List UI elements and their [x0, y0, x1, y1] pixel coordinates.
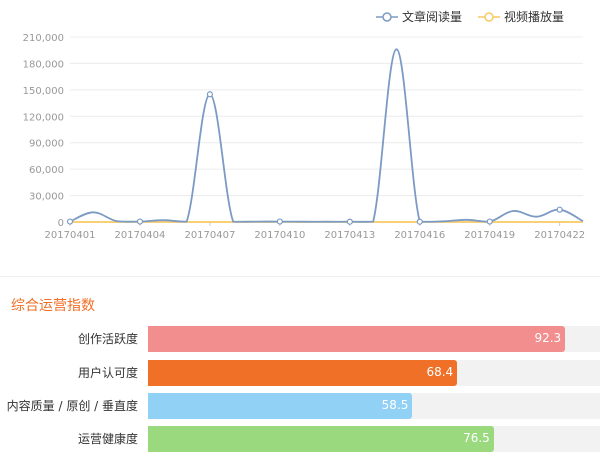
y-tick-label: 0	[58, 218, 64, 229]
data-point	[346, 218, 353, 225]
bar: 76.5	[148, 426, 494, 452]
bar-row: 创作活跃度 92.3	[0, 326, 600, 352]
bar-value-label: 58.5	[381, 398, 409, 412]
legend-label: 文章阅读量	[401, 10, 462, 24]
x-tick-label: 20170410	[254, 230, 305, 241]
line-chart: 0 30,000 60,000 90,000 120,000 150,000 180,000…	[23, 33, 585, 241]
legend-label: 视频播放量	[503, 10, 564, 24]
section-divider	[0, 276, 600, 277]
x-tick-label: 20170422	[534, 230, 585, 241]
bar-track: 92.3	[148, 326, 600, 352]
chart-legend[interactable]: 文章阅读量 视频播放量	[375, 8, 564, 25]
bar-category-label: 用户认可度	[77, 366, 138, 380]
y-tick-label: 90,000	[29, 139, 64, 150]
bar-row: 运营健康度 76.5	[0, 426, 600, 452]
legend-item-video-plays[interactable]: 视频播放量	[477, 8, 564, 25]
x-tick-label: 20170416	[394, 230, 445, 241]
section-title: 综合运营指数	[11, 298, 95, 314]
y-tick-label: 210,000	[23, 33, 64, 44]
data-point	[556, 206, 563, 213]
legend-item-article-reads[interactable]: 文章阅读量	[375, 8, 462, 25]
data-point	[416, 218, 423, 225]
bar-value-label: 76.5	[463, 431, 490, 445]
bar: 68.4	[148, 360, 458, 386]
bar-row: 用户认可度 68.4	[0, 360, 600, 386]
data-point	[66, 218, 74, 225]
data-point	[486, 218, 493, 225]
bar-category-label: 内容质量 / 原创 / 垂直度	[6, 399, 138, 413]
x-tick-label: 20170404	[115, 230, 166, 241]
data-point	[206, 91, 214, 98]
bar-row: 内容质量 / 原创 / 垂直度 58.5	[0, 393, 600, 419]
bar-value-label: 92.3	[534, 331, 562, 345]
bar-value-label: 68.4	[426, 365, 454, 379]
bar-track: 76.5	[148, 426, 600, 452]
bar-track: 58.5	[148, 393, 600, 419]
x-tick-label: 20170407	[184, 230, 235, 241]
bar: 92.3	[148, 326, 566, 352]
line-marker-icon	[477, 11, 500, 22]
line-chart-area: 0 30,000 60,000 90,000 120,000 150,000 180,000…	[0, 0, 600, 270]
y-tick-label: 30,000	[29, 192, 64, 203]
data-point	[276, 218, 283, 225]
bar: 58.5	[148, 393, 413, 419]
y-tick-label: 150,000	[23, 86, 64, 97]
data-point	[136, 218, 144, 225]
y-tick-label: 180,000	[23, 59, 64, 70]
bar-track: 68.4	[148, 360, 600, 386]
x-tick-label: 20170401	[45, 230, 96, 241]
x-tick-label: 20170413	[324, 230, 375, 241]
y-tick-label: 120,000	[23, 112, 64, 123]
bar-category-label: 创作活跃度	[77, 332, 138, 346]
bar-category-label: 运营健康度	[77, 432, 138, 446]
x-tick-label: 20170419	[464, 230, 515, 241]
y-tick-label: 60,000	[29, 165, 64, 176]
line-marker-icon	[375, 11, 398, 22]
